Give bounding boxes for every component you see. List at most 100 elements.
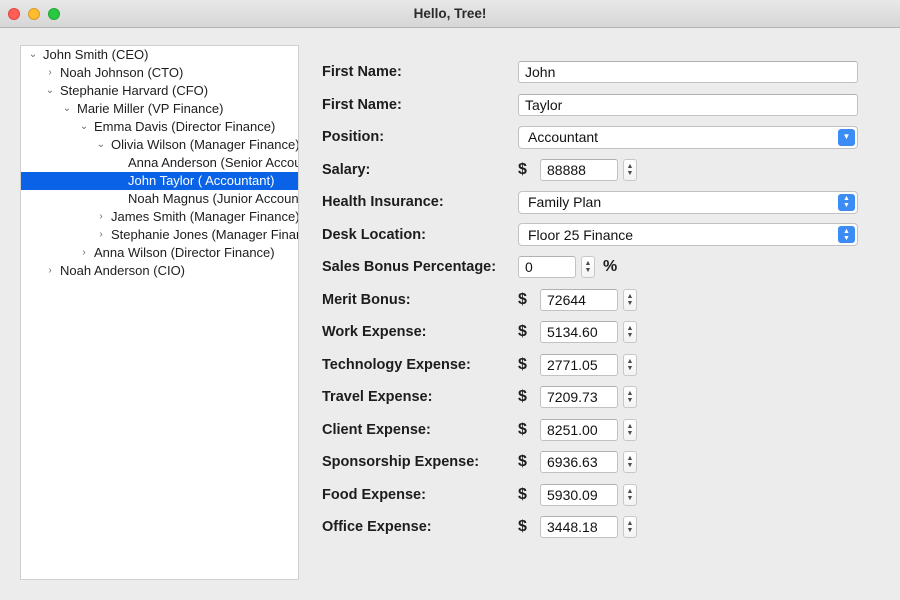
currency-input[interactable] [540,516,618,539]
disclosure-collapsed-icon[interactable]: › [95,226,107,244]
disclosure-expanded-icon[interactable]: ⌄ [27,46,39,64]
tree-row[interactable]: › Noah Anderson (CIO) [21,262,298,280]
currency-symbol: $ [518,485,527,503]
combo-box[interactable]: Accountant ▼ [518,125,858,149]
disclosure-collapsed-icon[interactable]: › [44,64,56,82]
currency-stepper[interactable]: ▲ ▼ [623,353,637,376]
percent-input[interactable] [518,256,576,279]
currency-symbol: $ [518,160,527,178]
disclosure-collapsed-icon[interactable]: › [44,262,56,280]
disclosure-expanded-icon[interactable]: ⌄ [61,100,73,118]
currency-input[interactable] [540,158,618,181]
currency-stepper[interactable]: ▲ ▼ [623,386,637,409]
stepper-up-icon[interactable]: ▲ [627,163,634,170]
currency-symbol: $ [518,420,527,438]
stepper-up-icon[interactable]: ▲ [627,423,634,430]
currency-input[interactable] [540,483,618,506]
field-label: Desk Location: [322,226,426,243]
org-tree-panel[interactable]: ⌄ John Smith (CEO) › Noah Johnson (CTO) ⌄ Ste… [20,45,299,580]
currency-input[interactable] [540,288,618,311]
form-row: Food Expense: $ ▲▼ [322,479,882,512]
currency-input[interactable] [540,353,618,376]
tree-row[interactable]: John Taylor ( Accountant) [21,172,298,190]
stepper-down-icon[interactable]: ▼ [627,365,634,372]
tree-row[interactable]: ⌄ Olivia Wilson (Manager Finance) [21,136,298,154]
stepper-down-icon[interactable]: ▼ [627,527,634,534]
field-control: Family Plan ▲ ▼ [518,190,858,214]
tree-row[interactable]: ⌄ Stephanie Harvard (CFO) [21,82,298,100]
disclosure-expanded-icon[interactable]: ⌄ [95,136,107,154]
stepper-up-icon[interactable]: ▲ [627,390,634,397]
chevron-down-icon[interactable]: ▼ [838,128,855,146]
field-control: $ ▲▼ [518,418,637,441]
disclosure-expanded-icon[interactable]: ⌄ [44,82,56,100]
currency-stepper[interactable]: ▲ ▼ [623,288,637,311]
chevron-up-icon: ▲ [843,195,850,203]
field-label: Position: [322,129,385,146]
form-row: Client Expense: $ ▲▼ [322,414,882,447]
currency-input[interactable] [540,321,618,344]
tree-row[interactable]: ⌄ Marie Miller (VP Finance) [21,100,298,118]
tree-row-label: James Smith (Manager Finance) [111,209,298,224]
stepper-up-icon[interactable]: ▲ [627,455,634,462]
stepper-down-icon[interactable]: ▼ [627,300,634,307]
percent-stepper[interactable]: ▲ ▼ [581,256,595,279]
field-label: Sales Bonus Percentage: [322,259,497,276]
stepper-up-icon[interactable]: ▲ [627,358,634,365]
stepper-down-icon[interactable]: ▼ [627,170,634,177]
form-row: Travel Expense: $ ▲▼ [322,381,882,414]
form-row: Office Expense: $ ▲▼ [322,511,882,544]
stepper-up-icon[interactable]: ▲ [585,260,592,267]
stepper-up-icon[interactable]: ▲ [627,488,634,495]
popup-button[interactable]: Floor 25 Finance ▲ ▼ [518,223,858,247]
disclosure-collapsed-icon[interactable]: › [78,244,90,262]
tree-row[interactable]: ⌄ John Smith (CEO) [21,46,298,64]
stepper-down-icon[interactable]: ▼ [627,462,634,469]
text-input[interactable] [518,93,858,116]
text-input[interactable] [518,61,858,84]
tree-row-label: Anna Anderson (Senior Accountant) [128,155,298,170]
disclosure-expanded-icon[interactable]: ⌄ [78,118,90,136]
tree-row-label: Emma Davis (Director Finance) [94,119,276,134]
tree-row-label: John Smith (CEO) [43,47,149,62]
disclosure-collapsed-icon[interactable]: › [95,208,107,226]
field-label: First Name: [322,96,402,113]
currency-stepper[interactable]: ▲ ▼ [623,158,637,181]
currency-stepper[interactable]: ▲ ▼ [623,516,637,539]
stepper-up-icon[interactable]: ▲ [627,325,634,332]
currency-stepper[interactable]: ▲ ▼ [623,483,637,506]
tree-row[interactable]: Noah Magnus (Junior Accountant) [21,190,298,208]
tree-row[interactable]: › Stephanie Jones (Manager Finance) [21,226,298,244]
chevron-up-down-icon[interactable]: ▲ ▼ [838,193,855,211]
stepper-down-icon[interactable]: ▼ [627,495,634,502]
stepper-down-icon[interactable]: ▼ [627,332,634,339]
tree-row[interactable]: › James Smith (Manager Finance) [21,208,298,226]
currency-input[interactable] [540,418,618,441]
tree-row[interactable]: › Anna Wilson (Director Finance) [21,244,298,262]
form-row: Merit Bonus: $ ▲▼ [322,284,882,317]
popup-button[interactable]: Family Plan ▲ ▼ [518,190,858,214]
currency-stepper[interactable]: ▲ ▼ [623,418,637,441]
stepper-up-icon[interactable]: ▲ [627,293,634,300]
currency-stepper[interactable]: ▲ ▼ [623,321,637,344]
tree-row[interactable]: Anna Anderson (Senior Accountant) [21,154,298,172]
currency-input[interactable] [540,386,618,409]
stepper-down-icon[interactable]: ▼ [627,397,634,404]
popup-button-value: Family Plan [528,194,602,211]
percent-symbol: % [603,258,618,276]
tree-row[interactable]: ⌄ Emma Davis (Director Finance) [21,118,298,136]
tree-row-label: Stephanie Harvard (CFO) [60,83,209,98]
stepper-down-icon[interactable]: ▼ [627,430,634,437]
field-control: $ ▲▼ [518,288,637,311]
currency-stepper[interactable]: ▲ ▼ [623,451,637,474]
stepper-up-icon[interactable]: ▲ [627,520,634,527]
form-row: First Name: [322,89,882,122]
tree-row[interactable]: › Noah Johnson (CTO) [21,64,298,82]
form-row: Health Insurance: Family Plan ▲ ▼ [322,186,882,219]
chevron-up-down-icon[interactable]: ▲ ▼ [838,226,855,244]
field-control: Accountant ▼ [518,125,858,149]
currency-input[interactable] [540,451,618,474]
form-row: First Name: [322,56,882,89]
field-control: $ ▲▼ [518,451,637,474]
stepper-down-icon[interactable]: ▼ [585,267,592,274]
